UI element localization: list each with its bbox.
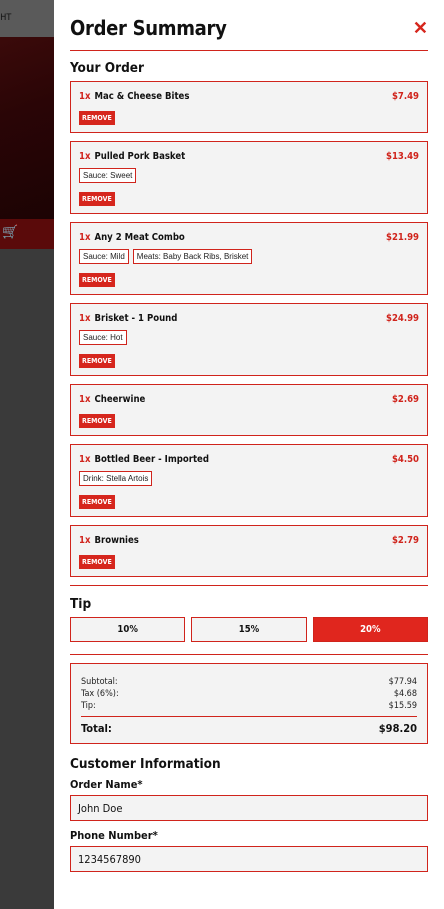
modifier-tag: Meats: Baby Back Ribs, Brisket — [132, 249, 253, 264]
item-header: 1x Pulled Pork Basket $13.49 — [79, 151, 419, 162]
order-item: 1x Mac & Cheese Bites $7.49 REMOVE — [70, 81, 428, 133]
item-price: $2.69 — [391, 394, 419, 405]
item-modifiers: Sauce: Sweet — [79, 168, 419, 183]
total-value: $98.20 — [378, 722, 417, 735]
customer-info-heading: Customer Information — [70, 756, 221, 772]
item-price: $13.49 — [386, 151, 419, 162]
modifier-tag: Sauce: Sweet — [79, 168, 137, 183]
tip-row: Tip: $15.59 — [81, 700, 417, 712]
item-header: 1x Brownies $2.79 — [79, 535, 419, 546]
item-modifiers: Sauce: Hot — [79, 330, 419, 345]
item-modifiers: Sauce: Mild Meats: Baby Back Ribs, Briske… — [79, 249, 419, 264]
item-title: 1x Mac & Cheese Bites — [79, 91, 189, 102]
remove-button[interactable]: REMOVE — [79, 273, 115, 287]
background-nav-text: GHT — [0, 13, 12, 23]
cart-icon[interactable]: 🛒 — [2, 224, 18, 240]
item-name: Brisket - 1 Pound — [94, 313, 178, 324]
item-price: $24.99 — [386, 313, 419, 324]
item-header: 1x Brisket - 1 Pound $24.99 — [79, 313, 419, 324]
subtotal-label: Subtotal: — [81, 677, 118, 687]
order-item: 1x Pulled Pork Basket $13.49 Sauce: Sweet… — [70, 141, 428, 214]
summary-divider — [81, 716, 417, 717]
tax-row: Tax (6%): $4.68 — [81, 688, 417, 700]
item-quantity: 1x — [79, 151, 91, 162]
item-title: 1x Bottled Beer - Imported — [79, 454, 209, 465]
order-item: 1x Cheerwine $2.69 REMOVE — [70, 384, 428, 436]
item-name: Pulled Pork Basket — [94, 151, 186, 162]
tip-value: $15.59 — [388, 701, 417, 711]
panel-content: Order Summary ✕ Your Order 1x Mac & Chees… — [70, 0, 428, 872]
item-name: Brownies — [94, 535, 139, 546]
item-header: 1x Any 2 Meat Combo $21.99 — [79, 232, 419, 243]
remove-button[interactable]: REMOVE — [79, 495, 115, 509]
item-name: Any 2 Meat Combo — [94, 232, 185, 243]
remove-button[interactable]: REMOVE — [79, 192, 115, 206]
phone-number-field[interactable]: 1234567890 — [70, 846, 428, 872]
item-quantity: 1x — [79, 535, 91, 546]
your-order-heading: Your Order — [70, 60, 145, 76]
panel-header: Order Summary ✕ — [70, 0, 428, 51]
tip-option-button[interactable]: 10% — [70, 617, 186, 642]
subtotal-value: $77.94 — [388, 677, 417, 687]
tip-option-button[interactable]: 15% — [191, 617, 307, 642]
remove-button[interactable]: REMOVE — [79, 354, 115, 368]
item-title: 1x Pulled Pork Basket — [79, 151, 185, 162]
phone-number-label: Phone Number* — [70, 829, 158, 842]
modifier-tag: Sauce: Mild — [79, 249, 129, 264]
item-price: $21.99 — [386, 232, 419, 243]
item-quantity: 1x — [79, 394, 91, 405]
tip-option-button[interactable]: 20% — [312, 617, 428, 642]
item-quantity: 1x — [79, 454, 91, 465]
order-item: 1x Bottled Beer - Imported $4.50 Drink: S… — [70, 444, 428, 517]
page-title: Order Summary — [70, 16, 227, 40]
tip-label: Tip: — [81, 701, 96, 711]
modifier-tag: Drink: Stella Artois — [79, 471, 153, 486]
order-item: 1x Brisket - 1 Pound $24.99 Sauce: Hot RE… — [70, 303, 428, 376]
background-hero-image — [0, 37, 54, 219]
item-modifiers: Drink: Stella Artois — [79, 471, 419, 486]
item-quantity: 1x — [79, 313, 91, 324]
item-name: Cheerwine — [94, 394, 146, 405]
remove-button[interactable]: REMOVE — [79, 555, 115, 569]
close-icon[interactable]: ✕ — [413, 18, 428, 38]
divider — [70, 654, 428, 655]
item-quantity: 1x — [79, 232, 91, 243]
item-title: 1x Brisket - 1 Pound — [79, 313, 177, 324]
order-name-field[interactable]: John Doe — [70, 795, 428, 821]
subtotal-row: Subtotal: $77.94 — [81, 676, 417, 688]
item-header: 1x Cheerwine $2.69 — [79, 394, 419, 405]
tax-label: Tax (6%): — [81, 689, 119, 699]
total-row: Total: $98.20 — [81, 722, 417, 735]
tax-value: $4.68 — [393, 689, 417, 699]
item-header: 1x Mac & Cheese Bites $7.49 — [79, 91, 419, 102]
total-label: Total: — [81, 722, 112, 735]
item-price: $4.50 — [391, 454, 419, 465]
item-name: Bottled Beer - Imported — [94, 454, 209, 465]
item-price: $2.79 — [391, 535, 419, 546]
item-title: 1x Brownies — [79, 535, 139, 546]
background-page: GHT 🛒 — [0, 0, 54, 909]
order-item: 1x Brownies $2.79 REMOVE — [70, 525, 428, 577]
order-summary-panel: Order Summary ✕ Your Order 1x Mac & Chees… — [54, 0, 444, 909]
modifier-tag: Sauce: Hot — [79, 330, 127, 345]
divider — [70, 585, 428, 586]
order-name-label: Order Name* — [70, 778, 143, 791]
item-header: 1x Bottled Beer - Imported $4.50 — [79, 454, 419, 465]
item-title: 1x Any 2 Meat Combo — [79, 232, 185, 243]
item-price: $7.49 — [391, 91, 419, 102]
remove-button[interactable]: REMOVE — [79, 111, 115, 125]
remove-button[interactable]: REMOVE — [79, 414, 115, 428]
item-title: 1x Cheerwine — [79, 394, 145, 405]
tip-heading: Tip — [70, 596, 92, 612]
item-name: Mac & Cheese Bites — [94, 91, 190, 102]
order-item: 1x Any 2 Meat Combo $21.99 Sauce: Mild Mea… — [70, 222, 428, 295]
tip-options: 10% 15% 20% — [70, 617, 428, 642]
order-items-list: 1x Mac & Cheese Bites $7.49 REMOVE 1x Pull… — [70, 81, 428, 577]
order-totals: Subtotal: $77.94 Tax (6%): $4.68 Tip: $1… — [70, 663, 428, 744]
background-nav: GHT — [0, 0, 54, 37]
item-quantity: 1x — [79, 91, 91, 102]
